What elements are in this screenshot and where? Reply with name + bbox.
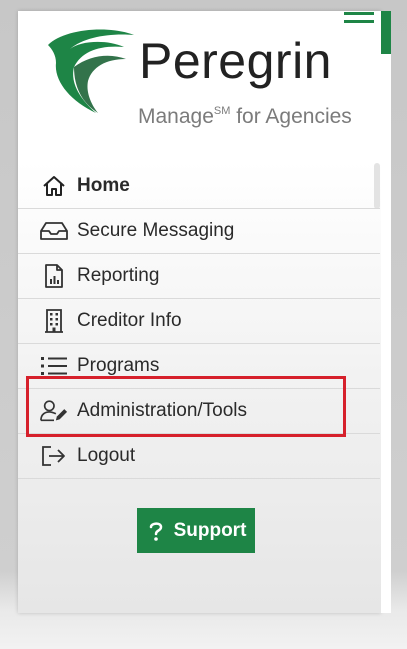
- logout-icon: [40, 442, 68, 470]
- menu-item-secure-messaging[interactable]: Secure Messaging: [18, 209, 380, 254]
- content-edge: [381, 11, 391, 613]
- support-label: Support: [173, 519, 247, 541]
- menu-item-label: Reporting: [77, 265, 160, 286]
- brand-tagline: ManageSM for Agencies: [138, 105, 352, 128]
- menu-item-logout[interactable]: Logout: [18, 434, 380, 479]
- support-button[interactable]: Support: [137, 508, 255, 553]
- report-document-icon: [40, 262, 68, 290]
- peregrin-logo-icon: [48, 29, 134, 113]
- menu-item-label: Creditor Info: [77, 310, 182, 331]
- question-icon: [149, 521, 162, 541]
- menu-item-home[interactable]: Home: [18, 164, 380, 209]
- building-icon: [40, 307, 68, 335]
- hamburger-menu-icon[interactable]: [344, 12, 374, 26]
- brand-name: Peregrin: [139, 33, 332, 89]
- menu-item-creditor-info[interactable]: Creditor Info: [18, 299, 380, 344]
- menu-item-label: Secure Messaging: [77, 220, 235, 241]
- menu-item-label: Logout: [77, 445, 136, 466]
- menu-item-label: Home: [77, 175, 130, 196]
- highlight-annotation-box: [26, 376, 346, 437]
- inbox-tray-icon: [40, 217, 68, 245]
- green-accent-bar: [381, 11, 391, 54]
- menu-item-reporting[interactable]: Reporting: [18, 254, 380, 299]
- home-icon: [40, 172, 68, 200]
- menu-item-label: Programs: [77, 355, 160, 376]
